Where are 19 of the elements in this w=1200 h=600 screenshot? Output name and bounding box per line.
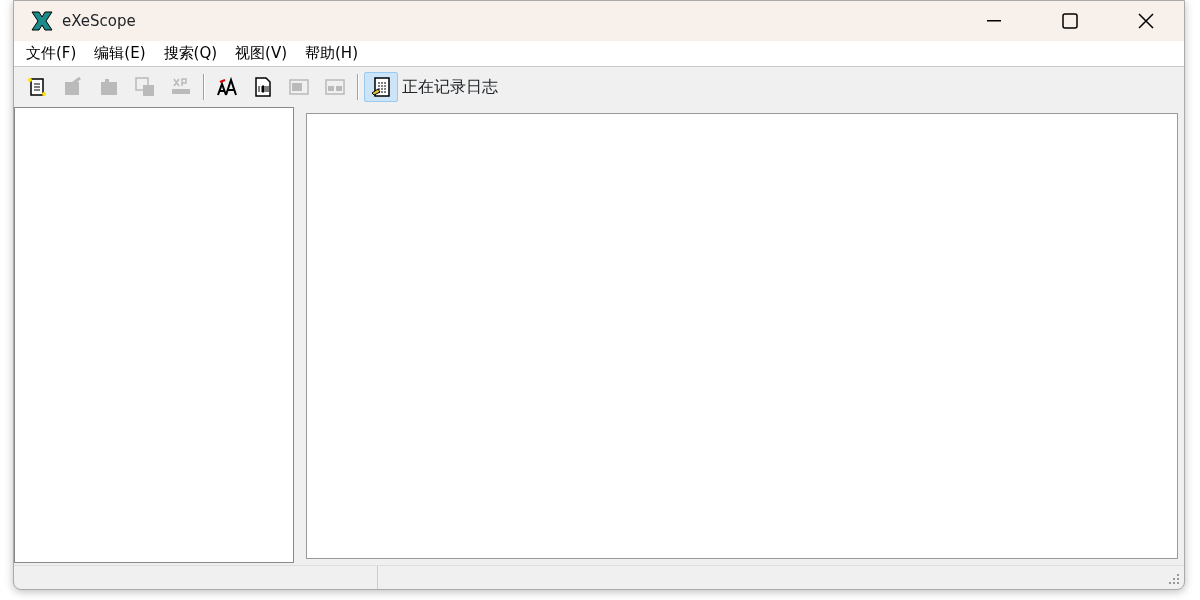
- form-icon: [324, 76, 346, 98]
- dialog-icon: [288, 76, 310, 98]
- resize-grip-icon[interactable]: [1168, 573, 1180, 585]
- status-label: 正在记录日志: [402, 76, 498, 98]
- notepad-icon: [370, 76, 392, 98]
- menu-item[interactable]: 搜索(Q): [157, 42, 230, 65]
- window-title: eXeScope: [62, 10, 137, 32]
- toolbar-button[interactable]: [364, 72, 398, 102]
- binary-file-icon: [252, 76, 274, 98]
- app-icon: [30, 10, 54, 32]
- page-icon: [26, 76, 48, 98]
- font-icon: [216, 76, 238, 98]
- maximize-icon: [1062, 13, 1078, 29]
- menu-item[interactable]: 编辑(E): [88, 42, 158, 65]
- menu-item[interactable]: 视图(V): [229, 42, 299, 65]
- close-icon: [1138, 13, 1154, 29]
- minimize-icon: [987, 20, 1001, 22]
- menu-item[interactable]: 帮助(H): [299, 42, 370, 65]
- menu-item[interactable]: 文件(F): [20, 42, 89, 65]
